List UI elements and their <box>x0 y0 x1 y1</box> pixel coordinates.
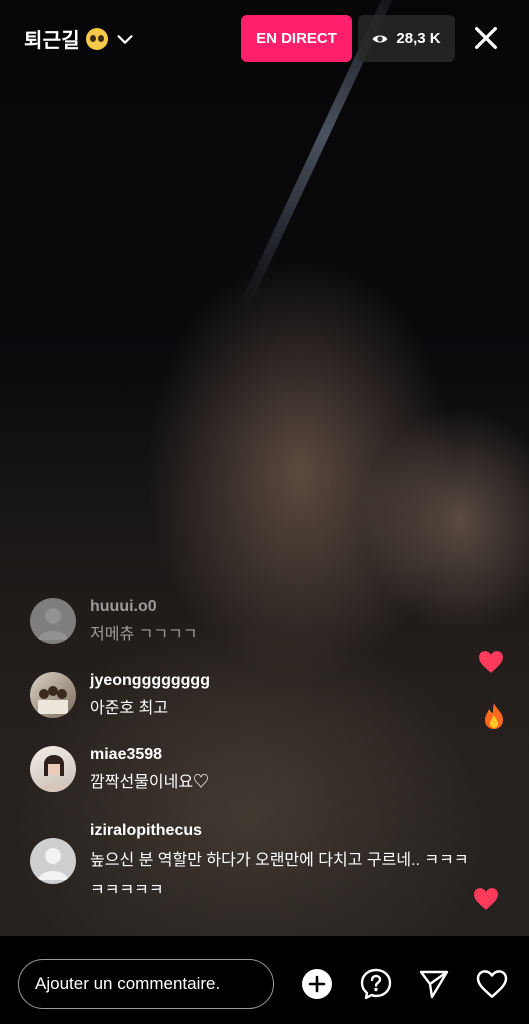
comment-text: 높으신 분 역할만 하다가 오랜만에 다치고 구르네.. ㅋㅋㅋㅋㅋㅋㅋㅋ <box>90 852 469 899</box>
fire-reaction-icon <box>485 703 503 729</box>
question-button[interactable] <box>360 968 392 1000</box>
comment-text: 저메츄 ㄱㄱㄱㄱ <box>90 626 198 643</box>
viewer-count-badge[interactable]: 28,3 K <box>358 15 455 62</box>
comment-username[interactable]: iziralopithecus <box>90 822 470 840</box>
viewer-count: 28,3 K <box>396 30 441 47</box>
question-icon <box>360 968 392 1000</box>
heart-icon <box>476 970 508 998</box>
comment-input[interactable]: Ajouter un commentaire. <box>18 959 274 1009</box>
title-dropdown[interactable]: 퇴근길 <box>24 24 136 53</box>
heart-reaction-icon <box>474 888 498 910</box>
stream-title: 퇴근길 <box>24 30 80 52</box>
live-badge: EN DIRECT <box>241 15 352 62</box>
live-video <box>0 0 529 936</box>
pleading-face-emoji <box>85 27 108 50</box>
comment-username[interactable]: miae3598 <box>90 746 209 764</box>
eye-icon <box>373 35 388 42</box>
comment-placeholder: Ajouter un commentaire. <box>35 974 221 993</box>
close-icon <box>475 27 497 49</box>
heart-reaction-icon <box>479 651 503 673</box>
chevron-down-icon <box>117 34 133 44</box>
comment-item: miae3598 깜짝선물이네요♡ <box>30 746 209 796</box>
bottom-bar: Ajouter un commentaire. <box>0 936 529 1024</box>
default-avatar[interactable] <box>30 838 76 884</box>
comment-text: 깜짝선물이네요♡ <box>90 774 210 791</box>
like-button[interactable] <box>476 968 508 1000</box>
send-icon <box>419 970 449 999</box>
comment-item: huuui.o0 저메츄 ㄱㄱㄱㄱ <box>30 598 198 648</box>
close-button[interactable] <box>468 20 504 56</box>
comment-username[interactable]: huuui.o0 <box>90 598 198 616</box>
comment-item: iziralopithecus 높으신 분 역할만 하다가 오랜만에 다치고 구… <box>30 822 470 905</box>
add-button[interactable] <box>301 968 333 1000</box>
photo-avatar[interactable] <box>30 746 76 792</box>
plus-circle-icon <box>302 969 332 999</box>
comment-text: 아준호 최고 <box>90 700 169 717</box>
comment-item: jyeongggggggg 아준호 최고 <box>30 672 210 722</box>
header: 퇴근길 EN DIRECT 28,3 K <box>0 0 529 78</box>
share-button[interactable] <box>418 968 450 1000</box>
group-photo-avatar[interactable] <box>30 672 76 718</box>
default-avatar[interactable] <box>30 598 76 644</box>
comment-username[interactable]: jyeongggggggg <box>90 672 210 690</box>
